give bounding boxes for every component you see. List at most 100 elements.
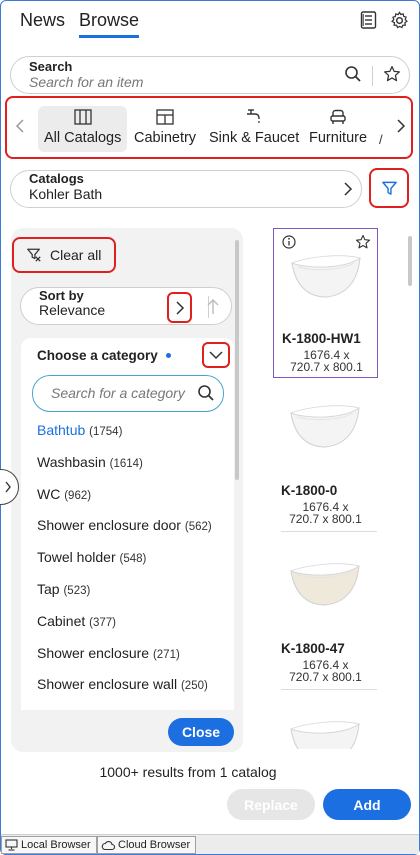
category-cabinetry[interactable]: Cabinetry xyxy=(128,106,202,152)
sort-label: Sort by xyxy=(39,288,84,303)
category-furniture[interactable]: Furniture xyxy=(303,106,373,152)
category-count: (377) xyxy=(89,616,117,629)
category-all-catalogs[interactable]: All Catalogs xyxy=(38,106,128,152)
tab-local-browser-label: Local Browser xyxy=(21,839,91,851)
replace-button[interactable]: Replace xyxy=(227,789,315,820)
divider xyxy=(281,689,377,690)
category-count: (523) xyxy=(63,584,91,597)
chevron-right-icon xyxy=(5,481,11,493)
product-card[interactable]: K-1800-0 1676.4 x 720.7 x 800.1 xyxy=(273,383,378,533)
close-button[interactable]: Close xyxy=(168,718,234,746)
catalogs-label: Catalogs xyxy=(29,171,84,186)
filter-button[interactable] xyxy=(369,168,409,208)
search-label: Search xyxy=(29,59,73,74)
chevron-left-icon[interactable] xyxy=(15,118,25,139)
chevron-right-icon xyxy=(175,300,184,315)
category-search-box[interactable] xyxy=(32,375,224,412)
category-list-item[interactable]: Cabinet (377) xyxy=(37,613,227,645)
chevron-down-icon xyxy=(209,351,223,360)
star-icon[interactable] xyxy=(355,234,371,253)
catalogs-value: Kohler Bath xyxy=(29,186,103,202)
category-expand-button[interactable] xyxy=(202,342,230,368)
product-card[interactable]: K-1800-HW1 1676.4 x 720.7 x 800.1 xyxy=(273,228,378,378)
category-name: Washbasin xyxy=(37,453,106,470)
results-scrollbar[interactable] xyxy=(408,236,412,286)
info-icon[interactable] xyxy=(282,235,296,252)
sort-direction-icon[interactable] xyxy=(206,298,220,319)
chevron-right-icon xyxy=(343,181,353,200)
category-list-item[interactable]: Tap (523) xyxy=(37,581,227,613)
search-icon[interactable] xyxy=(197,384,215,405)
star-icon[interactable] xyxy=(383,65,401,86)
cabinet-icon xyxy=(156,109,174,125)
category-label: Furniture xyxy=(309,130,368,146)
tab-browse[interactable]: Browse xyxy=(79,10,140,38)
product-dimensions: 720.7 x 800.1 xyxy=(289,670,362,684)
gear-icon[interactable] xyxy=(389,10,409,30)
catalogs-selector[interactable]: Catalogs Kohler Bath xyxy=(10,170,362,208)
search-icon[interactable] xyxy=(344,65,362,86)
category-name: Cabinet xyxy=(37,612,86,629)
search-box[interactable]: Search xyxy=(10,56,410,94)
product-dimensions: 720.7 x 800.1 xyxy=(290,360,363,374)
category-count: (1614) xyxy=(109,457,143,470)
category-name: Tap xyxy=(37,580,60,597)
category-count: (1754) xyxy=(89,426,123,438)
book-icon xyxy=(74,109,92,125)
list-icon[interactable] xyxy=(358,10,378,30)
category-list-item[interactable]: Bathtub (1754) xyxy=(37,422,227,454)
category-list-item[interactable]: Shower enclosure door (562) xyxy=(37,517,227,549)
category-title-text: Choose a category xyxy=(37,348,158,363)
clear-all-label: Clear all xyxy=(50,247,102,263)
panel-scrollbar[interactable] xyxy=(235,240,239,480)
sort-chevron-button[interactable] xyxy=(167,292,192,323)
sort-selector[interactable]: Sort by Relevance xyxy=(20,287,232,325)
filter-icon xyxy=(381,181,397,195)
category-list: Bathtub (1754) Washbasin (1614) WC (962) Sh… xyxy=(37,422,227,708)
category-search-input[interactable] xyxy=(51,385,191,401)
category-name: Towel holder xyxy=(37,549,116,566)
cloud-icon xyxy=(101,840,115,850)
category-name: Bathtub xyxy=(37,422,86,438)
top-tabs: News Browse xyxy=(20,10,140,38)
clear-filter-icon xyxy=(27,248,41,262)
tab-news[interactable]: News xyxy=(20,10,65,38)
results-count: 1000+ results from 1 catalog xyxy=(99,764,277,780)
category-count: (962) xyxy=(64,489,92,502)
category-list-item[interactable]: Shower enclosure wall (250) xyxy=(37,676,227,708)
category-count: (562) xyxy=(184,521,212,534)
clear-all-button[interactable]: Clear all xyxy=(12,237,116,273)
tab-cloud-browser[interactable]: Cloud Browser xyxy=(97,836,197,854)
active-dot xyxy=(165,353,171,358)
product-name: K-1800-0 xyxy=(281,483,338,498)
faucet-icon xyxy=(247,109,260,123)
category-label: Sink & Faucet xyxy=(209,130,300,146)
divider xyxy=(372,66,373,86)
product-card[interactable]: K-1800-47 1676.4 x 720.7 x 800.1 xyxy=(273,541,378,691)
category-list-item[interactable]: Towel holder (548) xyxy=(37,549,227,581)
bottom-tab-bar: Local Browser Cloud Browser xyxy=(1,834,419,854)
category-name: Shower enclosure xyxy=(37,644,150,661)
computer-icon xyxy=(5,839,18,851)
product-dimensions: 720.7 x 800.1 xyxy=(289,512,362,526)
category-list-item[interactable]: Washbasin (1614) xyxy=(37,454,227,486)
product-card-partial[interactable] xyxy=(273,699,378,749)
add-button[interactable]: Add xyxy=(323,789,411,820)
category-name: Shower enclosure wall xyxy=(37,676,178,693)
category-strip: All Catalogs Cabinetry Sink & Faucet Fur… xyxy=(5,96,413,159)
category-title: Choose a category xyxy=(37,348,171,363)
armchair-icon xyxy=(330,109,346,124)
chevron-right-icon[interactable] xyxy=(396,118,406,139)
tab-local-browser[interactable]: Local Browser xyxy=(1,836,97,854)
search-input[interactable] xyxy=(29,74,329,90)
category-label: All Catalogs xyxy=(44,130,122,146)
bathtub-image xyxy=(289,563,360,606)
category-count: (548) xyxy=(119,553,147,566)
category-overflow-glyph: / xyxy=(379,132,383,147)
category-sink-faucet[interactable]: Sink & Faucet xyxy=(203,106,305,152)
category-list-item[interactable]: WC (962) xyxy=(37,486,227,518)
sort-value: Relevance xyxy=(39,302,106,318)
bathtub-image xyxy=(289,721,360,749)
category-list-item[interactable]: Shower enclosure (271) xyxy=(37,645,227,677)
bathtub-image xyxy=(289,405,360,448)
